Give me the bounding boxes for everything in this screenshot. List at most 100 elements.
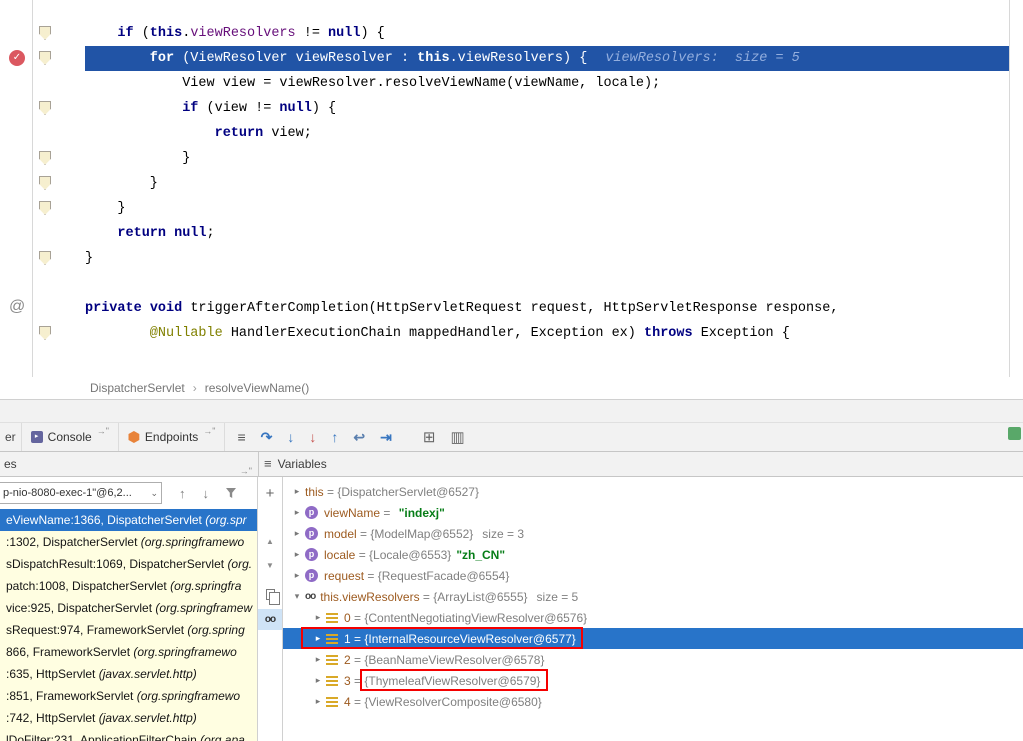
tab-endpoints[interactable]: Endpoints →" xyxy=(119,423,226,451)
frame-location: sRequest:974, FrameworkServlet xyxy=(6,623,187,637)
bookmark-flag-icon[interactable] xyxy=(39,51,51,65)
stack-frame-row[interactable]: sDispatchResult:1069, DispatcherServlet … xyxy=(0,553,257,575)
tab-console[interactable]: ▸ Console →" xyxy=(22,423,119,451)
array-element-icon xyxy=(326,655,338,665)
chevron-right-icon[interactable]: ▸ xyxy=(310,696,326,707)
code-token: . xyxy=(450,51,458,66)
bookmark-flag-icon[interactable] xyxy=(39,326,51,340)
layout-icon[interactable]: ▥ xyxy=(450,428,464,446)
filter-icon[interactable] xyxy=(225,487,237,499)
breadcrumb-item[interactable]: DispatcherServlet xyxy=(90,381,185,395)
hamburger-icon[interactable]: ≡ xyxy=(264,456,272,471)
code-token: return xyxy=(117,226,166,241)
drop-frame-icon[interactable]: ↩ xyxy=(353,429,365,446)
equals-sign: = xyxy=(324,485,338,499)
variable-row[interactable]: ▸2 = {BeanNameViewResolver@6578} xyxy=(283,649,1023,670)
code-token xyxy=(166,226,174,241)
code-token: ; xyxy=(207,226,215,241)
variable-row[interactable]: ▸1 = {InternalResourceViewResolver@6577} xyxy=(283,628,1023,649)
tab-console-label: Console xyxy=(48,430,92,444)
variable-size: size = 5 xyxy=(537,590,579,604)
code-token: return xyxy=(215,126,264,141)
editor-scrollbar[interactable] xyxy=(1009,0,1023,377)
copy-icon[interactable] xyxy=(258,585,282,607)
code-token: throws xyxy=(644,326,693,341)
variable-row[interactable]: ▸0 = {ContentNegotiatingViewResolver@657… xyxy=(283,607,1023,628)
variable-row[interactable]: ▸prequest = {RequestFacade@6554} xyxy=(283,565,1023,586)
tab-debugger-partial[interactable]: er xyxy=(0,423,22,451)
variable-value: {RequestFacade@6554} xyxy=(378,569,510,583)
panel-headers: es →" ≡Variables xyxy=(0,452,1023,477)
variable-value: {ContentNegotiatingViewResolver@6576} xyxy=(364,611,587,625)
console-icon: ▸ xyxy=(31,431,43,443)
code-area[interactable]: if (this.viewResolvers != null) {for (Vi… xyxy=(85,0,1009,346)
force-step-into-icon[interactable]: ↓ xyxy=(309,429,316,445)
code-token: for xyxy=(150,51,174,66)
stack-frame-row[interactable]: lDoFilter:231, ApplicationFilterChain (o… xyxy=(0,729,257,741)
up-arrow-icon[interactable]: ↑ xyxy=(179,486,186,501)
step-over-icon[interactable]: ↷ xyxy=(261,429,273,446)
thread-selector[interactable]: p-nio-8080-exec-1"@6,2... ⌄ xyxy=(0,482,162,504)
chevron-right-icon[interactable]: ▸ xyxy=(289,549,305,560)
scroll-down-icon[interactable]: ▼ xyxy=(258,555,282,577)
breadcrumb-separator: › xyxy=(193,381,197,395)
stack-frame-row[interactable]: patch:1008, DispatcherServlet (org.sprin… xyxy=(0,575,257,597)
green-square-icon[interactable] xyxy=(1008,427,1021,440)
frame-package: (org.spring xyxy=(187,623,244,637)
breadcrumb-item[interactable]: resolveViewName() xyxy=(205,381,309,395)
variable-row[interactable]: ▸pviewName = "indexj" xyxy=(283,502,1023,523)
chevron-right-icon[interactable]: ▸ xyxy=(289,528,305,539)
bookmark-flag-icon[interactable] xyxy=(39,176,51,190)
code-line: } xyxy=(85,171,1009,196)
variable-row[interactable]: ▾oothis.viewResolvers = {ArrayList@6555}… xyxy=(283,586,1023,607)
stack-frame-row[interactable]: :1302, DispatcherServlet (org.springfram… xyxy=(0,531,257,553)
stack-frame-row[interactable]: :851, FrameworkServlet (org.springframew… xyxy=(0,685,257,707)
variable-row[interactable]: ▸pmodel = {ModelMap@6552}size = 3 xyxy=(283,523,1023,544)
bookmark-flag-icon[interactable] xyxy=(39,101,51,115)
breakpoint-verified-icon[interactable]: ✓ xyxy=(9,50,25,66)
variable-row[interactable]: ▸plocale = {Locale@6553}"zh_CN" xyxy=(283,544,1023,565)
frame-package: (org.springfra xyxy=(170,579,241,593)
step-into-icon[interactable]: ↓ xyxy=(287,429,294,445)
stack-frame-row[interactable]: :742, HttpServlet (javax.servlet.http) xyxy=(0,707,257,729)
variables-panel: ▸this = {DispatcherServlet@6527}▸pviewNa… xyxy=(283,477,1023,741)
code-line: @Nullable HandlerExecutionChain mappedHa… xyxy=(85,321,1009,346)
chevron-right-icon[interactable]: ▸ xyxy=(289,486,305,497)
code-token: (view != xyxy=(198,101,279,116)
table-view-icon[interactable]: ⊞ xyxy=(423,428,436,446)
bookmark-flag-icon[interactable] xyxy=(39,151,51,165)
chevron-right-icon[interactable]: ▸ xyxy=(310,612,326,623)
ide-debug-screen: ✓ @ if (this.viewResolvers != null) {for… xyxy=(0,0,1023,741)
stack-frame-row[interactable]: 866, FrameworkServlet (org.springframewo xyxy=(0,641,257,663)
variable-row[interactable]: ▸3 = {ThymeleafViewResolver@6579} xyxy=(283,670,1023,691)
code-token: HandlerExecutionChain mappedHandler, Exc… xyxy=(223,326,644,341)
variable-row[interactable]: ▸this = {DispatcherServlet@6527} xyxy=(283,481,1023,502)
down-arrow-icon[interactable]: ↓ xyxy=(203,486,210,501)
scroll-up-icon[interactable]: ▲ xyxy=(258,531,282,553)
parameter-icon: p xyxy=(305,506,318,519)
stack-frame-row[interactable]: vice:925, DispatcherServlet (org.springf… xyxy=(0,597,257,619)
chevron-right-icon[interactable]: ▸ xyxy=(310,675,326,686)
code-token: } xyxy=(85,251,93,266)
chevron-right-icon[interactable]: ▸ xyxy=(310,654,326,665)
stack-frame-row[interactable]: sRequest:974, FrameworkServlet (org.spri… xyxy=(0,619,257,641)
variable-row[interactable]: ▸4 = {ViewResolverComposite@6580} xyxy=(283,691,1023,712)
frame-location: :742, HttpServlet xyxy=(6,711,99,725)
bookmark-flag-icon[interactable] xyxy=(39,26,51,40)
chevron-down-icon[interactable]: ▾ xyxy=(289,591,305,602)
stack-frame-row[interactable]: :635, HttpServlet (javax.servlet.http) xyxy=(0,663,257,685)
step-out-icon[interactable]: ↑ xyxy=(331,429,338,445)
bookmark-flag-icon[interactable] xyxy=(39,201,51,215)
chevron-right-icon[interactable]: ▸ xyxy=(289,507,305,518)
tab-endpoints-label: Endpoints xyxy=(145,430,198,444)
bookmark-flag-icon[interactable] xyxy=(39,251,51,265)
chevron-right-icon[interactable]: ▸ xyxy=(289,570,305,581)
plus-icon[interactable]: + xyxy=(258,483,282,505)
frame-location: eViewName:1366, DispatcherServlet xyxy=(6,513,205,527)
run-to-cursor-icon[interactable]: ⇥ xyxy=(380,429,392,446)
glasses-icon[interactable]: oo xyxy=(258,609,282,630)
frames-list: eViewName:1366, DispatcherServlet (org.s… xyxy=(0,509,257,741)
chevron-right-icon[interactable]: ▸ xyxy=(310,633,326,644)
view-options-icon[interactable]: ≡ xyxy=(237,429,245,445)
stack-frame-row[interactable]: eViewName:1366, DispatcherServlet (org.s… xyxy=(0,509,257,531)
